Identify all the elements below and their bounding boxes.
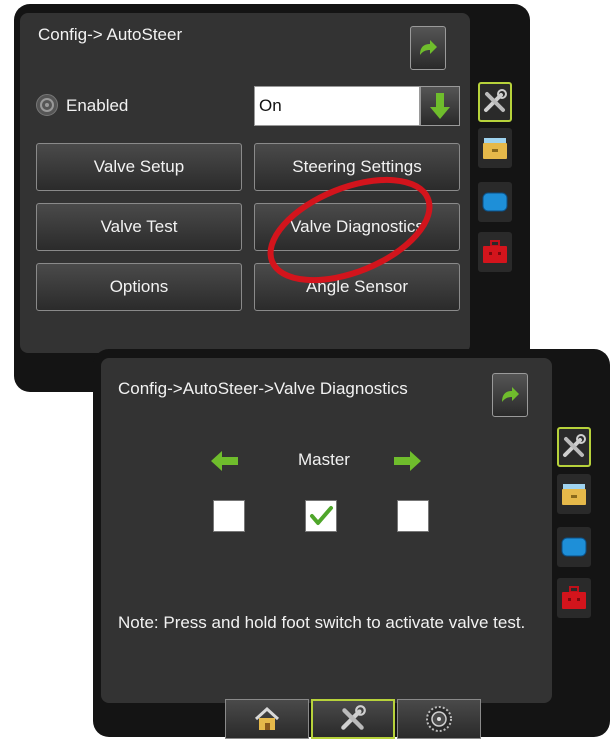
valve-checkbox-master[interactable]	[305, 500, 337, 532]
side-tab-display[interactable]	[557, 527, 591, 567]
checkmark-icon	[310, 506, 333, 525]
valve-checkbox-left[interactable]	[213, 500, 245, 532]
side-tab-toolbox[interactable]	[478, 232, 512, 272]
select-dropdown-button[interactable]	[420, 86, 460, 126]
side-tab-tools[interactable]	[557, 427, 591, 467]
back-button[interactable]	[410, 26, 446, 70]
bottom-tab-tools[interactable]	[311, 699, 395, 739]
back-arrow-icon	[502, 387, 519, 402]
valve-setup-button[interactable]: Valve Setup	[36, 143, 242, 191]
tools-icon	[484, 89, 507, 112]
left-arrow-icon[interactable]	[211, 450, 239, 472]
side-tab-tools[interactable]	[478, 82, 512, 122]
valve-test-button[interactable]: Valve Test	[36, 203, 242, 251]
tools-icon	[563, 434, 586, 457]
valve-checkbox-right[interactable]	[397, 500, 429, 532]
bottom-tab-home[interactable]	[225, 699, 309, 739]
display-icon	[482, 192, 508, 212]
side-tab-display[interactable]	[478, 182, 512, 222]
down-arrow-icon	[430, 93, 450, 119]
page-title: Config->AutoSteer->Valve Diagnostics	[118, 379, 408, 398]
gauge-icon	[426, 706, 452, 732]
valve-diagnostics-panel: Config->AutoSteer->Valve Diagnostics Mas…	[101, 358, 552, 703]
options-button[interactable]: Options	[36, 263, 242, 311]
home-icon	[254, 706, 280, 730]
side-tab-files[interactable]	[557, 474, 591, 514]
folder-icon	[483, 138, 507, 159]
bottom-tab-gauge[interactable]	[397, 699, 481, 739]
right-arrow-icon[interactable]	[393, 450, 421, 472]
back-arrow-icon	[420, 40, 437, 55]
enabled-select[interactable]: On	[254, 86, 420, 126]
toolbox-icon	[483, 240, 507, 263]
steering-wheel-icon	[36, 94, 58, 116]
toolbox-icon	[562, 586, 586, 609]
page-title: Config-> AutoSteer	[38, 25, 183, 44]
note-text: Note: Press and hold foot switch to acti…	[118, 613, 526, 632]
enabled-select-value: On	[259, 96, 282, 115]
tools-icon	[341, 705, 366, 730]
side-tab-files[interactable]	[478, 128, 512, 168]
highlight-ellipse	[267, 176, 433, 284]
display-icon	[561, 537, 587, 557]
enabled-label: Enabled	[66, 96, 129, 115]
folder-icon	[562, 484, 586, 505]
back-button[interactable]	[492, 373, 528, 417]
master-label: Master	[298, 450, 350, 469]
side-tab-toolbox[interactable]	[557, 578, 591, 618]
